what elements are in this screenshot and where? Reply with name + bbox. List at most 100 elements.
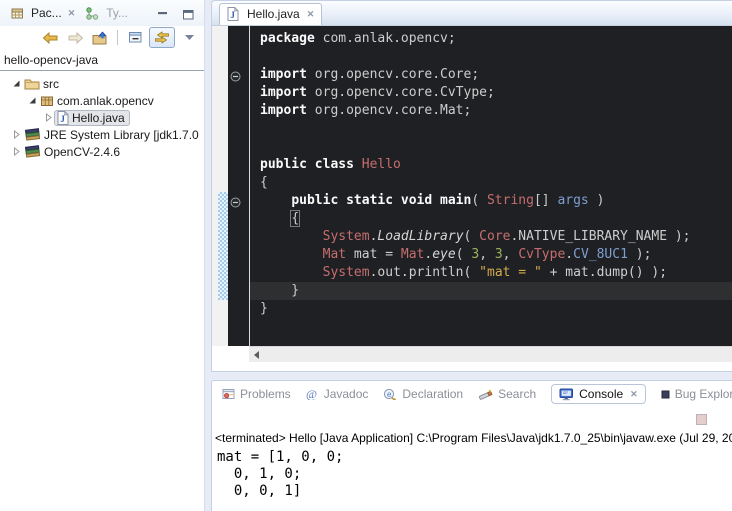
minimize-button[interactable] [158, 7, 168, 25]
expander-collapsed-icon[interactable] [42, 113, 54, 122]
collapse-all-icon [128, 31, 143, 44]
code-token: import [260, 103, 307, 118]
code-area[interactable]: package com.anlak.opencv; import org.open… [250, 26, 732, 346]
code-token: LoadLibrary [377, 229, 463, 244]
java-file-icon: J [57, 111, 69, 125]
back-button[interactable] [39, 28, 61, 47]
code-line[interactable]: import org.opencv.core.CvType; [260, 84, 732, 102]
code-line[interactable] [260, 48, 732, 66]
code-line[interactable]: } [260, 300, 732, 318]
code-line[interactable]: Mat mat = Mat.eye( 3, 3, CvType.CV_8UC1 … [260, 246, 732, 264]
code-token: ); [628, 247, 651, 262]
svg-text:J: J [230, 10, 235, 20]
link-with-editor-button[interactable] [149, 27, 175, 48]
tree-item-content: JHello.java [54, 110, 130, 126]
fold-collapse-icon[interactable] [230, 69, 241, 87]
code-line[interactable]: import org.opencv.core.Core; [260, 66, 732, 84]
code-token: org.opencv.core.Core; [307, 67, 479, 82]
package-explorer-icon [11, 7, 24, 20]
tree-item-content: src [22, 77, 63, 91]
code-token: public class [260, 157, 362, 172]
code-token [260, 193, 291, 208]
project-label[interactable]: hello-opencv-java [0, 49, 204, 71]
code-line[interactable]: System.LoadLibrary( Core.NATIVE_LIBRARY_… [260, 228, 732, 246]
close-icon[interactable]: ✕ [307, 9, 315, 20]
code-token [260, 265, 323, 280]
tree-item-jre-system-library-jdk1-7-0[interactable]: JRE System Library [jdk1.7.0 [0, 126, 204, 143]
toolbar-separator [117, 30, 118, 45]
problems-view-icon [222, 388, 235, 400]
code-line[interactable]: import org.opencv.core.Mat; [260, 102, 732, 120]
tab-type-hierarchy[interactable]: Ty... [80, 3, 133, 23]
range-indicator [218, 192, 228, 300]
back-icon [42, 32, 59, 44]
code-token: org.opencv.core.Mat; [307, 103, 471, 118]
code-line[interactable] [260, 120, 732, 138]
console-tab-problems[interactable]: Problems [222, 387, 291, 401]
tab-label: Ty... [106, 6, 128, 20]
code-line[interactable]: { [260, 174, 732, 192]
maximize-button[interactable] [183, 7, 194, 25]
console-tab-console[interactable]: Console✕ [551, 384, 646, 404]
code-token: ) [589, 193, 605, 208]
tab-package-explorer[interactable]: Pac... ✕ [5, 3, 80, 23]
go-up-icon [92, 31, 109, 45]
tree-item-label: com.anlak.opencv [57, 94, 154, 108]
console-output-line: mat = [1, 0, 0; [217, 449, 732, 466]
console-tab-label: Javadoc [324, 387, 369, 401]
code-token: mat = [346, 247, 401, 262]
close-icon[interactable]: ✕ [68, 8, 76, 19]
tree-item-opencv-2-4-6[interactable]: OpenCV-2.4.6 [0, 143, 204, 160]
editor-tab-hello-java[interactable]: J Hello.java ✕ [219, 3, 322, 25]
expander-collapsed-icon[interactable] [10, 147, 22, 156]
code-line[interactable]: System.out.println( "mat = " + mat.dump(… [260, 264, 732, 282]
code-token [260, 229, 323, 244]
tree-item-label: src [43, 77, 59, 91]
close-icon[interactable]: ✕ [630, 389, 638, 400]
tree-item-content: com.anlak.opencv [38, 94, 158, 108]
forward-button[interactable] [64, 28, 86, 47]
scroll-left-arrow-icon[interactable] [253, 346, 261, 364]
horizontal-scrollbar[interactable] [249, 346, 732, 362]
expander-collapsed-icon[interactable] [10, 130, 22, 139]
code-line[interactable]: public class Hello [260, 156, 732, 174]
fold-collapse-icon[interactable] [230, 195, 241, 213]
view-menu-button[interactable] [178, 28, 200, 47]
console-tab-label: Search [498, 387, 536, 401]
code-token: eye [432, 247, 455, 262]
tree-item-src[interactable]: src [0, 75, 204, 92]
code-line[interactable]: package com.anlak.opencv; [260, 30, 732, 48]
code-token: "mat = " [479, 265, 542, 280]
code-token [260, 211, 291, 226]
collapse-all-button[interactable] [124, 28, 146, 47]
code-line-current[interactable]: } [250, 282, 732, 300]
code-token: } [260, 283, 299, 298]
code-token: args [557, 193, 588, 208]
code-token: , [503, 247, 519, 262]
tree-item-label: JRE System Library [jdk1.7.0 [44, 128, 199, 142]
bug-view-icon [661, 390, 670, 399]
code-token: .NATIVE_LIBRARY_NAME ); [510, 229, 690, 244]
code-token: System [323, 229, 370, 244]
view-tabbar: Pac... ✕ Ty... [0, 0, 204, 26]
go-up-button[interactable] [89, 28, 111, 47]
code-token: String [487, 193, 534, 208]
console-tab-label: Declaration [402, 387, 463, 401]
code-line[interactable]: { [260, 210, 732, 228]
terminate-button[interactable] [696, 412, 707, 430]
tree-item-com-anlak-opencv[interactable]: com.anlak.opencv [0, 92, 204, 109]
expander-expanded-icon[interactable] [26, 96, 38, 105]
console-tab-search[interactable]: Search [478, 387, 536, 401]
code-line[interactable] [260, 138, 732, 156]
package-tree[interactable]: src com.anlak.opencv JHello.java JRE System… [0, 71, 204, 160]
console-tab-declaration[interactable]: eDeclaration [383, 387, 463, 401]
console-tab-javadoc[interactable]: @Javadoc [306, 387, 369, 401]
expander-expanded-icon[interactable] [10, 79, 22, 88]
console-output[interactable]: mat = [1, 0, 0; 0, 1, 0; 0, 0, 1] [217, 449, 732, 511]
code-line[interactable]: public static void main( String[] args ) [260, 192, 732, 210]
tree-item-hello-java[interactable]: JHello.java [0, 109, 204, 126]
svg-text:J: J [60, 114, 65, 124]
code-token: package [260, 31, 315, 46]
console-tab-bug-explorer[interactable]: Bug Explorer [661, 387, 732, 401]
code-token: Core [479, 229, 510, 244]
